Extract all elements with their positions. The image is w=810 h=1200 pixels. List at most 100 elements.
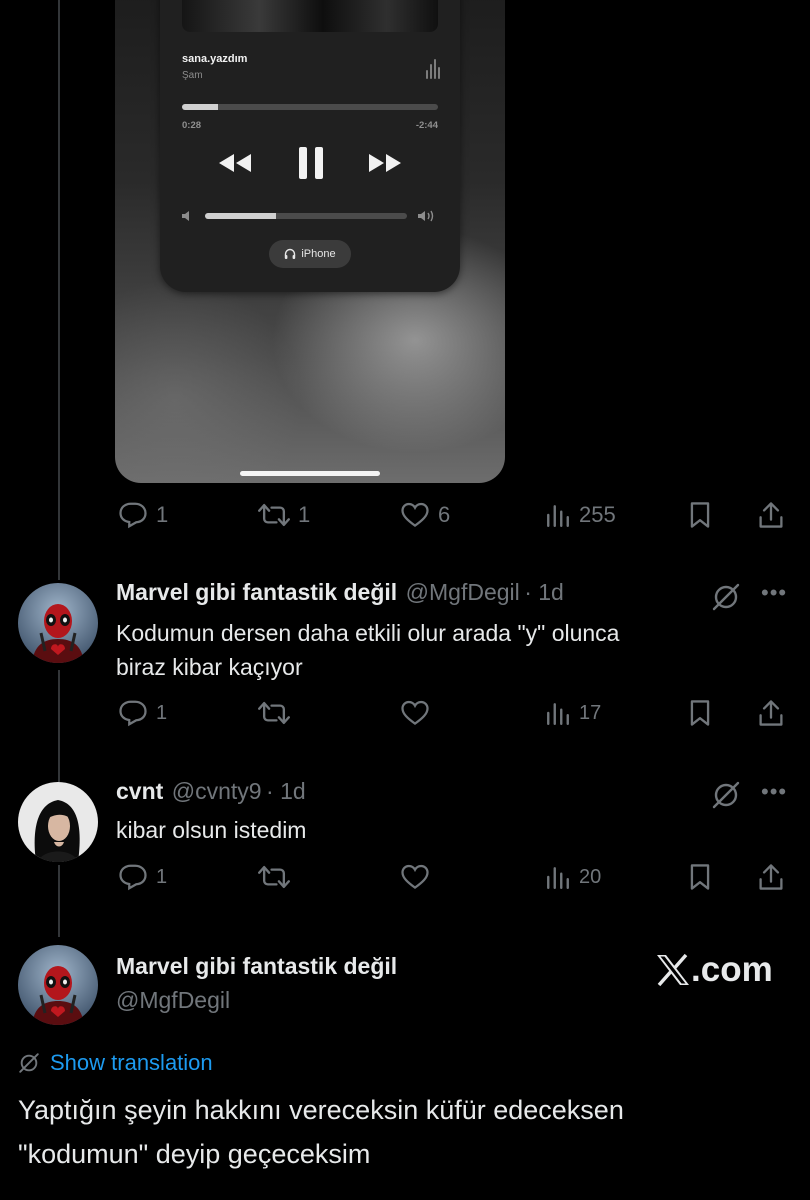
views-button[interactable]: 17 (545, 700, 601, 726)
now-playing-widget: sana.yazdım Şam 0:28 -2:44 iPhone (160, 0, 460, 292)
grok-icon[interactable] (711, 582, 741, 612)
repost-button[interactable] (258, 862, 290, 892)
reply-icon (119, 864, 147, 891)
heart-icon (401, 864, 429, 890)
x-com-watermark: .com (655, 950, 773, 990)
fast-forward-icon (369, 154, 401, 172)
reply-header: Marvel gibi fantastik değil @MgfDegil · … (116, 579, 564, 606)
show-translation-label: Show translation (50, 1050, 213, 1075)
reply-text-line: biraz kibar kaçıyor (116, 654, 303, 680)
reply-icon (119, 700, 147, 727)
like-button[interactable] (400, 698, 430, 728)
timestamp[interactable]: · 1d (524, 579, 564, 605)
reply-header: cvnt @cvnty9 · 1d (116, 778, 306, 805)
reply-text-line: Kodumun dersen daha etkili olur arada "y… (116, 620, 620, 646)
repost-icon (258, 865, 290, 889)
elapsed-time: 0:28 (182, 120, 202, 131)
views-icon (547, 703, 569, 726)
forward-button[interactable] (367, 152, 403, 179)
share-button[interactable] (757, 862, 785, 892)
heart-icon (401, 700, 429, 726)
display-name[interactable]: Marvel gibi fantastik değil (116, 953, 397, 980)
more-options-icon[interactable]: ••• (761, 580, 787, 606)
show-translation-link[interactable]: Show translation (18, 1050, 213, 1076)
display-name[interactable]: cvnt (116, 778, 163, 804)
bookmark-icon (690, 700, 710, 726)
x-logo-icon (657, 953, 689, 987)
thread-line (58, 865, 60, 937)
tweet-text-line: "kodumun" deyip geçeceksim (18, 1139, 371, 1169)
reply-text: Kodumun dersen daha etkili olur arada "y… (116, 616, 619, 684)
attached-image[interactable]: sana.yazdım Şam 0:28 -2:44 iPhone (115, 0, 505, 483)
repost-button[interactable]: 1 (258, 500, 310, 530)
reply-count: 1 (156, 701, 168, 724)
song-title: sana.yazdım (182, 53, 248, 65)
share-button[interactable] (757, 500, 785, 530)
rewind-icon (219, 154, 251, 172)
pause-icon (299, 147, 323, 179)
username[interactable]: @MgfDegil (116, 987, 230, 1014)
deadpool-avatar-image (18, 945, 98, 1025)
playback-progress-bar[interactable] (182, 104, 438, 110)
reply-count: 1 (156, 502, 169, 527)
remaining-time: -2:44 (415, 120, 438, 131)
repost-button[interactable] (258, 698, 290, 728)
reply-button[interactable]: 1 (118, 862, 167, 892)
grok-icon[interactable] (711, 780, 741, 810)
audio-output-pill[interactable]: iPhone (269, 240, 351, 268)
volume-slider[interactable] (205, 213, 407, 219)
repost-count: 1 (298, 502, 311, 527)
thread-line (58, 0, 60, 580)
username[interactable]: @cvnty9 (172, 778, 262, 804)
bookmark-icon (690, 502, 710, 528)
headphones-icon (285, 248, 296, 259)
views-button[interactable]: 20 (545, 864, 601, 890)
views-icon (547, 867, 569, 890)
user-avatar-image (18, 782, 98, 862)
repost-icon (258, 701, 290, 725)
views-count: 255 (579, 502, 616, 527)
reply-count: 1 (156, 865, 168, 888)
username[interactable]: @MgfDegil (406, 579, 520, 605)
like-count: 6 (438, 502, 451, 527)
reply-button[interactable]: 1 (118, 500, 168, 530)
grok-icon (19, 1053, 39, 1073)
views-count: 17 (579, 701, 602, 724)
thread-line (58, 670, 60, 782)
views-icon (547, 505, 569, 528)
share-icon (759, 502, 783, 528)
volume-high-icon (418, 210, 434, 222)
bookmark-icon (690, 864, 710, 890)
display-name[interactable]: Marvel gibi fantastik değil (116, 579, 397, 605)
rewind-button[interactable] (217, 152, 253, 179)
share-icon (759, 700, 783, 726)
share-button[interactable] (757, 698, 785, 728)
share-icon (759, 864, 783, 890)
timestamp[interactable]: · 1d (266, 778, 306, 804)
avatar[interactable] (18, 782, 98, 862)
bookmark-button[interactable] (686, 500, 714, 530)
like-button[interactable] (400, 862, 430, 892)
album-artwork (182, 0, 438, 32)
views-button[interactable]: 255 (545, 502, 616, 528)
heart-icon (401, 502, 429, 528)
reply-icon (119, 502, 147, 529)
tweet-text-line: Yaptığın şeyin hakkını vereceksin küfür … (18, 1095, 624, 1125)
repost-icon (258, 503, 290, 527)
avatar[interactable] (18, 945, 98, 1025)
more-options-icon[interactable]: ••• (761, 779, 787, 805)
bookmark-button[interactable] (686, 698, 714, 728)
output-device-label: iPhone (301, 248, 336, 260)
deadpool-avatar-image (18, 583, 98, 663)
waveform-icon (426, 59, 440, 79)
song-artist: Şam (182, 70, 203, 81)
like-button[interactable]: 6 (400, 500, 450, 530)
bookmark-button[interactable] (686, 862, 714, 892)
watermark-domain: .com (691, 950, 773, 989)
views-count: 20 (579, 865, 602, 888)
reply-text: kibar olsun istedim (116, 817, 307, 843)
home-indicator (240, 471, 380, 476)
pause-button[interactable] (298, 146, 324, 185)
avatar[interactable] (18, 583, 98, 663)
reply-button[interactable]: 1 (118, 698, 167, 728)
